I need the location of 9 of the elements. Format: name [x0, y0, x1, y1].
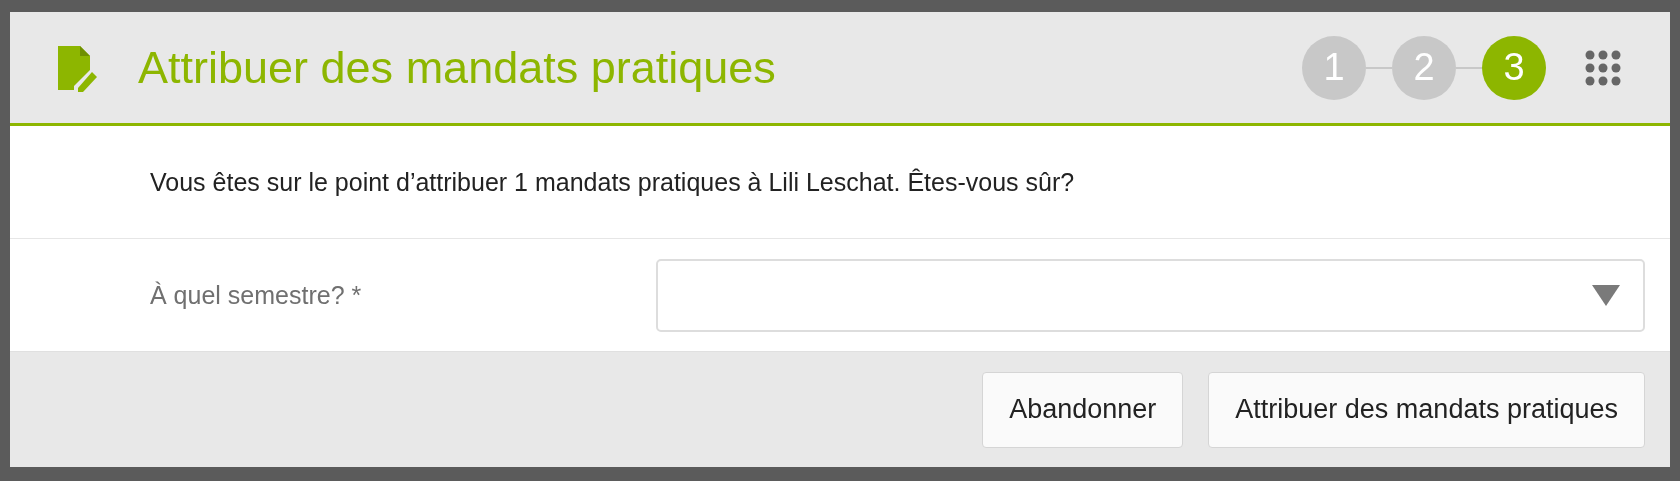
confirmation-message: Vous êtes sur le point d’attribuer 1 mandats pratiques à Lili Leschat. Êtes-vous sûr? — [150, 167, 1075, 197]
cancel-button[interactable]: Abandonner — [982, 371, 1184, 448]
step-indicator[interactable]: 3 — [1482, 35, 1546, 100]
dialog-title: Attribuer des mandats pratiques — [138, 41, 777, 94]
apps-grid-icon[interactable] — [1584, 48, 1622, 87]
assign-button[interactable]: Attribuer des mandats pratiques — [1208, 371, 1645, 448]
document-edit-icon — [56, 43, 98, 92]
field-label: À quel semestre? * — [150, 280, 363, 310]
dropdown-caret-icon — [1591, 283, 1621, 307]
